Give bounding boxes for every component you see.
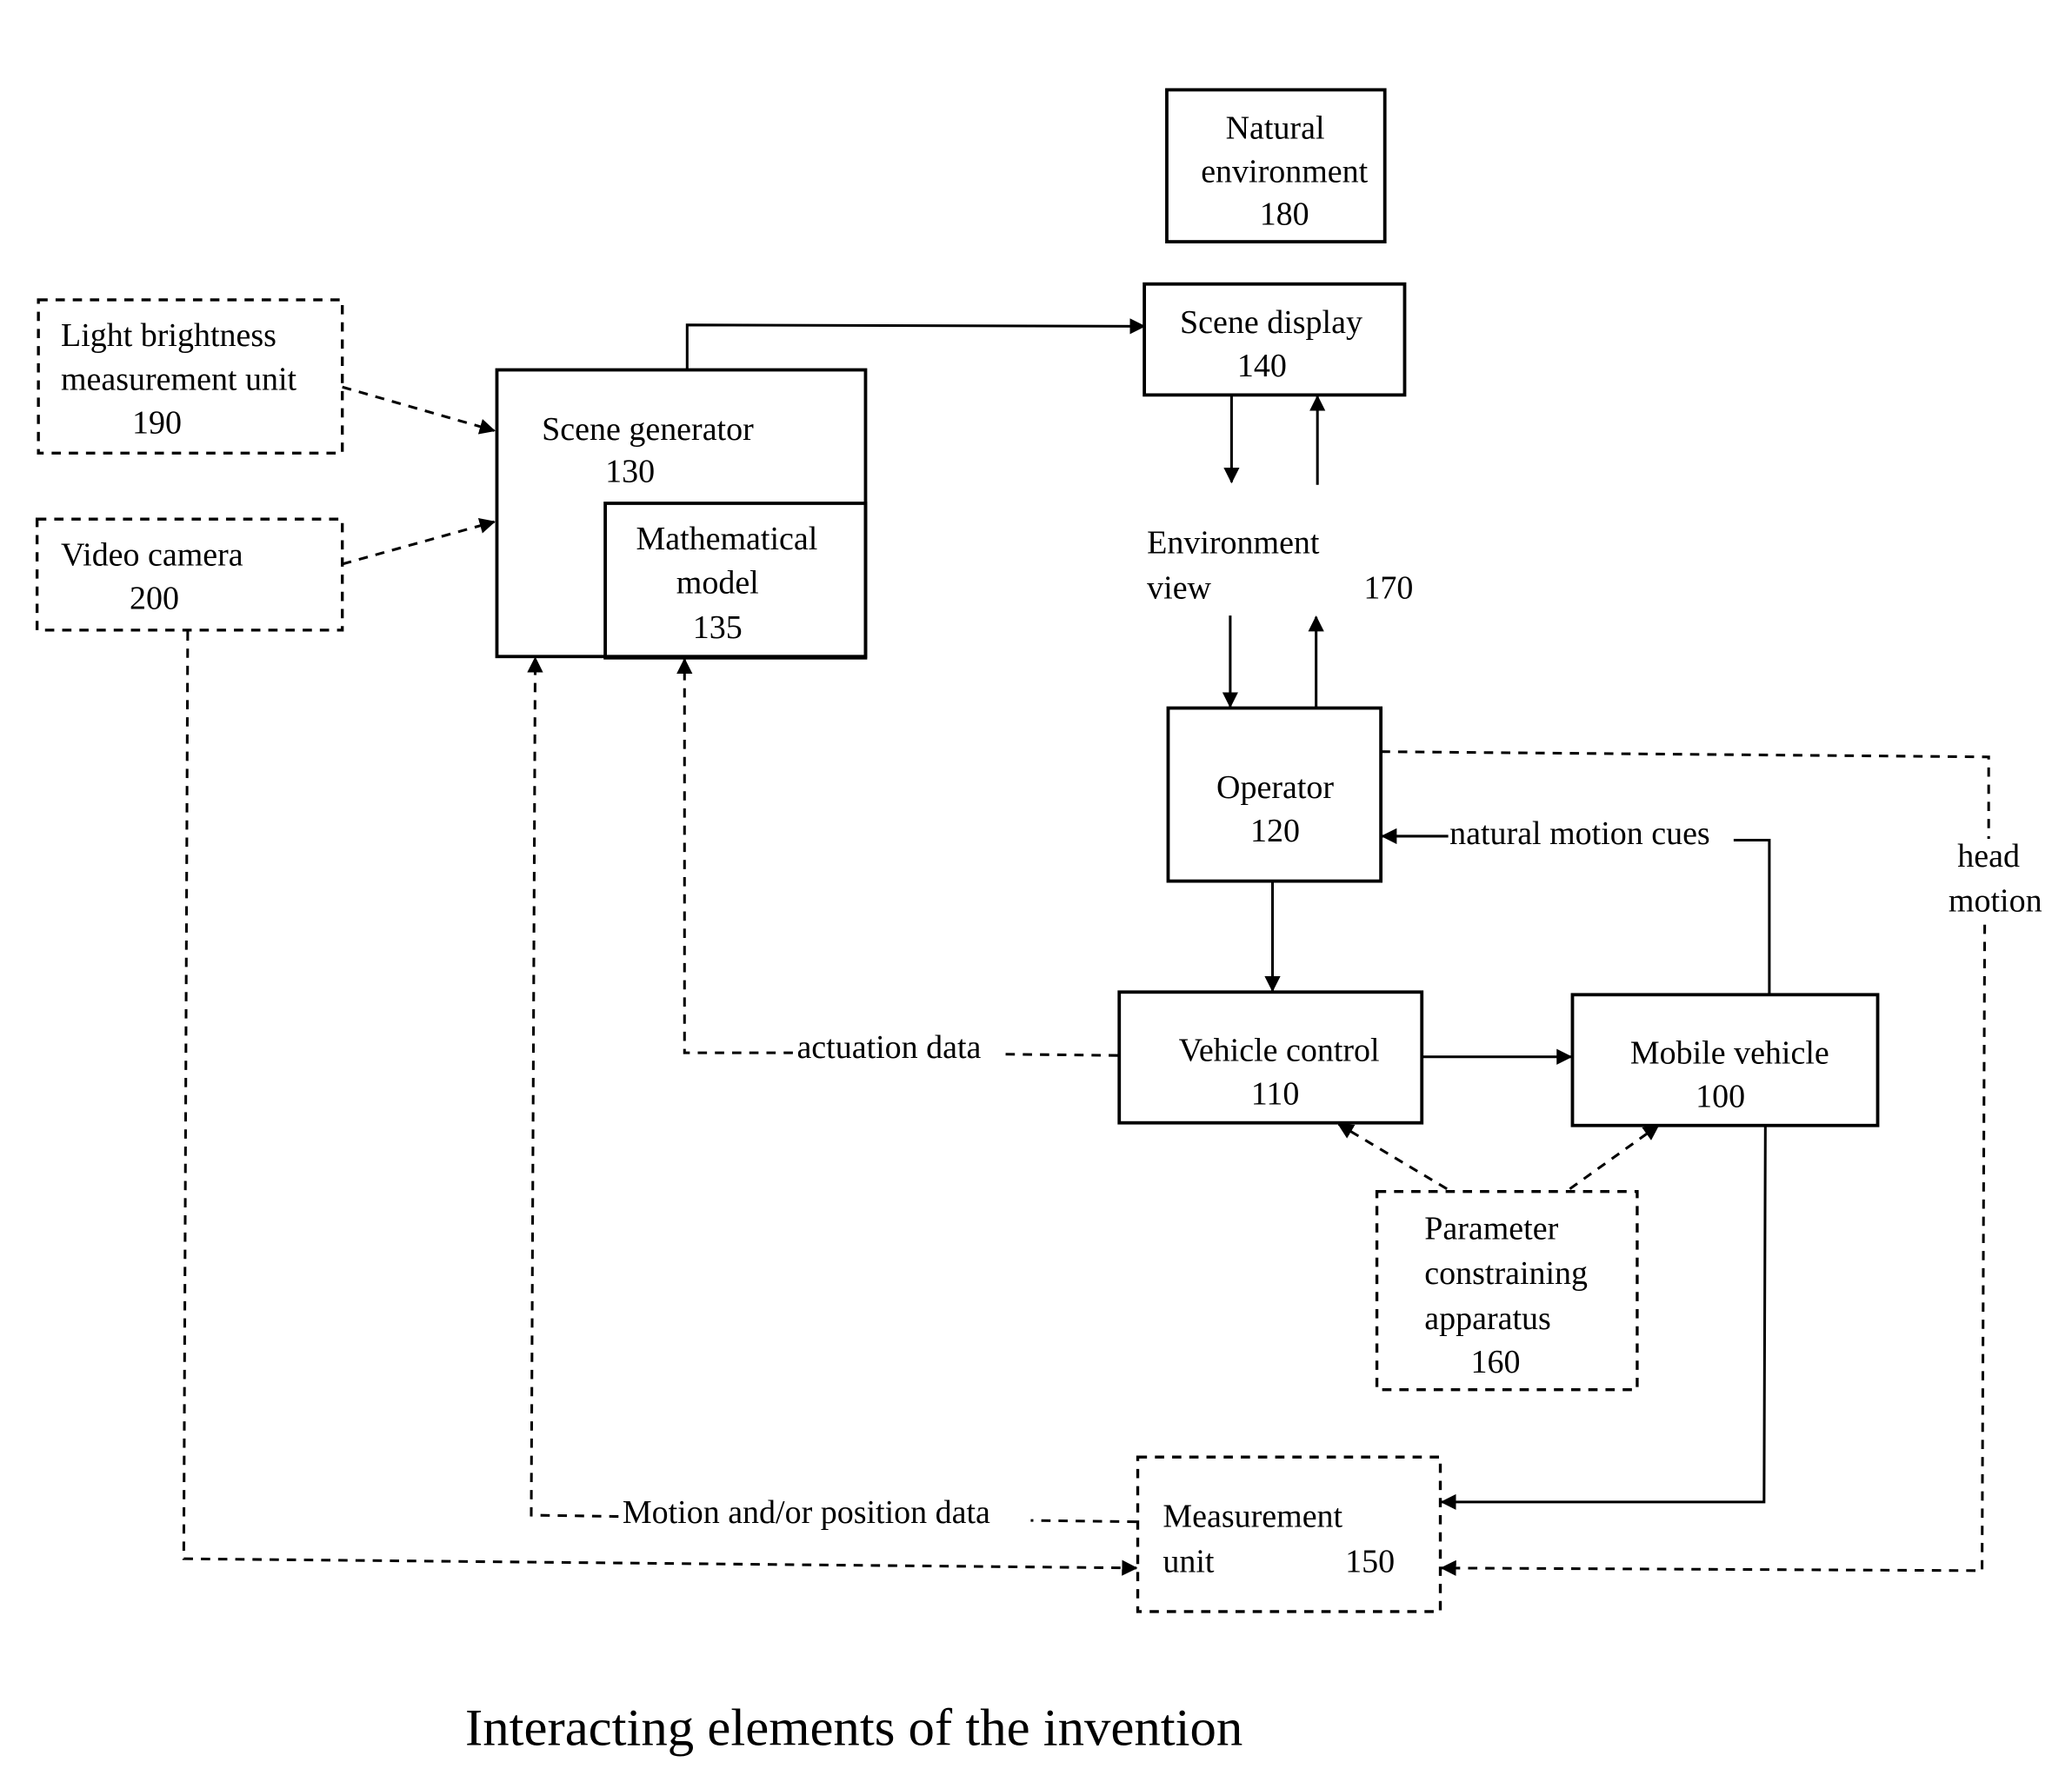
- arrow-camera-to-measurement: [182, 631, 1138, 1576]
- natural-environment-number: 180: [1260, 196, 1309, 232]
- math-model-line2: model: [676, 564, 759, 601]
- arrow-generator-to-display: [685, 318, 1146, 370]
- scene-display-block: Scene display 140: [1143, 282, 1407, 397]
- measurement-unit-number: 150: [1345, 1543, 1395, 1579]
- scene-display-number: 140: [1237, 348, 1287, 384]
- math-model-number: 135: [693, 609, 743, 646]
- light-brightness-line1: Light brightness: [61, 317, 276, 354]
- scene-generator-label: Scene generator: [542, 411, 754, 448]
- head-motion-line2: motion: [1949, 883, 2042, 920]
- environment-view-line1: Environment: [1147, 525, 1320, 562]
- natural-environment-block: Natural environment 180: [1165, 88, 1387, 243]
- arrow-light-to-generator: [342, 385, 496, 435]
- natural-environment-line2: environment: [1201, 154, 1368, 190]
- mobile-vehicle-number: 100: [1696, 1078, 1745, 1114]
- arrow-parameter-to-control: [1337, 1122, 1448, 1190]
- vehicle-control-number: 110: [1251, 1075, 1300, 1112]
- arrow-motion-data-left: [527, 656, 619, 1519]
- arrow-parameter-to-vehicle: [1569, 1124, 1660, 1190]
- light-brightness-line2: measurement unit: [61, 361, 297, 397]
- motion-position-data-label: Motion and/or position data: [623, 1494, 990, 1531]
- mobile-vehicle-block: Mobile vehicle 100: [1570, 993, 1880, 1127]
- mobile-vehicle-label: Mobile vehicle: [1630, 1034, 1829, 1071]
- arrow-natural-motion-cues: [1733, 838, 1771, 995]
- parameter-line2: constraining: [1424, 1255, 1588, 1292]
- scene-display-label: Scene display: [1180, 304, 1362, 341]
- light-brightness-number: 190: [132, 404, 182, 441]
- mathematical-model-block: Mathematical model 135: [603, 502, 868, 660]
- measurement-unit-line2: unit: [1163, 1543, 1215, 1579]
- measurement-unit-block: Measurement unit 150: [1136, 1455, 1442, 1613]
- operator-block: Operator 120: [1166, 706, 1383, 883]
- vehicle-control-label: Vehicle control: [1179, 1032, 1380, 1068]
- environment-view-line2: view: [1147, 569, 1211, 606]
- parameter-line3: apparatus: [1424, 1300, 1551, 1337]
- arrow-motion-data-right: [1030, 1519, 1137, 1524]
- diagram-canvas: Natural environment 180 Scene display 14…: [35, 88, 2042, 1757]
- figure-caption: Interacting elements of the invention: [465, 1699, 1243, 1757]
- arrow-actuation-data-right: [998, 1053, 1118, 1057]
- video-camera-number: 200: [130, 581, 179, 617]
- operator-number: 120: [1250, 813, 1300, 849]
- light-brightness-unit-block: Light brightness measurement unit 190: [37, 298, 344, 455]
- actuation-data-label: actuation data: [796, 1029, 981, 1066]
- vehicle-control-block: Vehicle control 110: [1117, 990, 1424, 1125]
- video-camera-label: Video camera: [61, 536, 243, 573]
- environment-view-number: 170: [1363, 569, 1413, 606]
- scene-generator-block: Scene generator 130: [495, 368, 868, 659]
- arrow-camera-to-generator: [342, 517, 496, 566]
- scene-generator-number: 130: [605, 454, 655, 490]
- parameter-constraining-apparatus-block: Parameter constraining apparatus 160: [1375, 1190, 1639, 1392]
- natural-motion-cues-label: natural motion cues: [1449, 815, 1710, 852]
- head-motion-line1: head: [1957, 838, 2020, 874]
- arrow-head-motion-bottom: [1440, 924, 1987, 1577]
- parameter-line1: Parameter: [1424, 1210, 1558, 1247]
- operator-label: Operator: [1216, 769, 1334, 806]
- parameter-number: 160: [1470, 1344, 1520, 1380]
- measurement-unit-line1: Measurement: [1163, 1499, 1342, 1535]
- video-camera-block: Video camera 200: [35, 517, 344, 632]
- natural-environment-line1: Natural: [1226, 110, 1325, 147]
- environment-view-label: Environment view 170: [1147, 525, 1413, 607]
- arrow-actuation-data-left: [676, 657, 793, 1054]
- math-model-line1: Mathematical: [636, 521, 817, 557]
